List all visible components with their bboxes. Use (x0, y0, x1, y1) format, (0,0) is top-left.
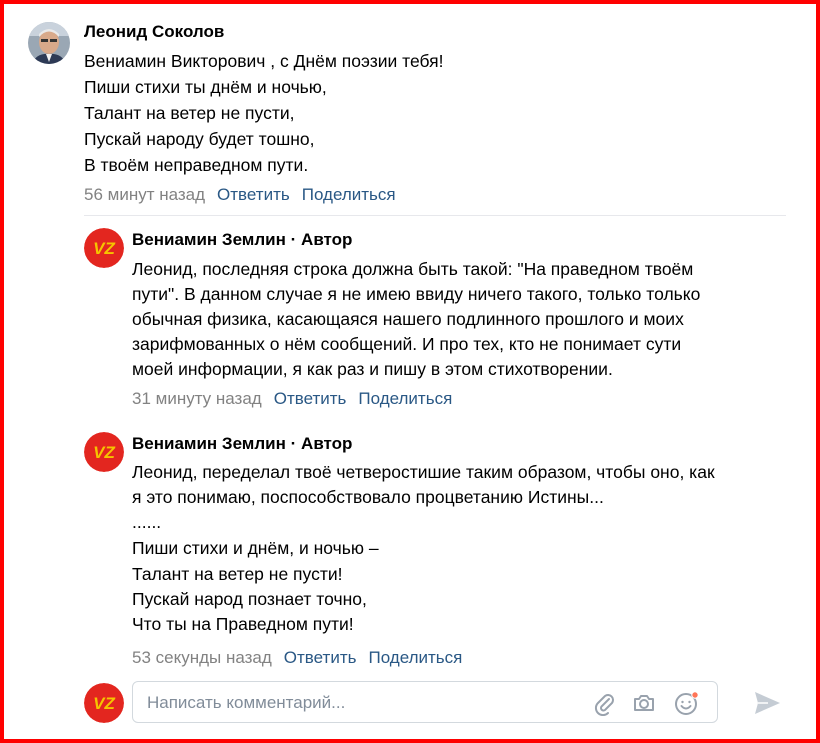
share-link[interactable]: Поделиться (302, 185, 396, 204)
comment-text-line: моей информации, я как раз и пишу в этом… (132, 359, 613, 379)
comment-text-line: Пиши стихи и днём, и ночью – (132, 538, 379, 558)
comment-text-line: В твоём неправедном пути. (84, 155, 309, 175)
share-link[interactable]: Поделиться (358, 389, 452, 408)
avatar[interactable]: VZ (84, 432, 124, 472)
svg-text:VZ: VZ (93, 239, 115, 258)
comment-text-line: Леонид, переделал твоё четверостишие так… (132, 462, 715, 482)
author-separator: · (290, 434, 297, 453)
comment-text-line: Что ты на Праведном пути! (132, 614, 354, 634)
comment-text-line: зарифмованных о нём сообщений. И про тех… (132, 334, 682, 354)
share-link[interactable]: Поделиться (368, 648, 462, 667)
comment-text-line: ...... (132, 512, 162, 532)
comment-text-line: Пиши стихи ты днём и ночью, (84, 77, 327, 97)
comment-input[interactable] (145, 682, 579, 724)
comment-text-line: Пускай народ познает точно, (132, 589, 367, 609)
svg-text:VZ: VZ (93, 443, 115, 462)
current-user-avatar[interactable]: VZ (84, 683, 124, 723)
comment-text-line: Талант на ветер не пусти, (84, 103, 295, 123)
comment-input-box[interactable] (132, 681, 718, 724)
comment-text-line: Вениамин Викторович , с Днём поэзии тебя… (84, 51, 444, 71)
comment-author[interactable]: Вениамин Землин · Автор (132, 230, 352, 250)
reply-link[interactable]: Ответить (274, 389, 347, 408)
emoji-icon[interactable] (673, 690, 699, 716)
comment-author-reply-1: VZ Вениамин Землин · Автор Леонид, после… (0, 216, 820, 416)
author-name[interactable]: Вениамин Землин (132, 434, 286, 453)
send-icon[interactable] (751, 687, 783, 719)
comment-meta: 31 минуту назад Ответить Поделиться (132, 389, 452, 409)
author-role: Автор (301, 230, 353, 249)
avatar[interactable]: VZ (84, 228, 124, 268)
author-role: Автор (301, 434, 353, 453)
comment-leonid: Леонид Соколов Вениамин Викторович , с Д… (0, 0, 820, 215)
comment-timestamp[interactable]: 56 минут назад (84, 185, 205, 204)
comment-text-line: пути". В данном случае я не имею ввиду н… (132, 284, 701, 304)
comment-author[interactable]: Вениамин Землин · Автор (132, 434, 352, 454)
comment-timestamp[interactable]: 53 секунды назад (132, 648, 272, 667)
author-separator: · (290, 230, 297, 249)
comment-meta: 56 минут назад Ответить Поделиться (84, 185, 396, 205)
paperclip-icon[interactable] (591, 690, 617, 717)
comment-text-line: я это понимаю, поспособствовало процвета… (132, 487, 604, 507)
comment-text-line: Леонид, последняя строка должна быть так… (132, 259, 694, 279)
comment-text-line: Талант на ветер не пусти! (132, 564, 343, 584)
comment-meta: 53 секунды назад Ответить Поделиться (132, 648, 462, 668)
avatar[interactable] (28, 22, 70, 64)
reply-link[interactable]: Ответить (217, 185, 290, 204)
svg-text:VZ: VZ (93, 694, 115, 713)
camera-icon[interactable] (631, 690, 657, 716)
reply-link[interactable]: Ответить (284, 648, 357, 667)
comment-author[interactable]: Леонид Соколов (84, 22, 224, 42)
comment-timestamp[interactable]: 31 минуту назад (132, 389, 262, 408)
comment-author-reply-2: VZ Вениамин Землин · Автор Леонид, перед… (0, 420, 820, 675)
comment-text-line: Пускай народу будет тошно, (84, 129, 315, 149)
comment-text-line: обычная физика, касающаяся нашего подлин… (132, 309, 684, 329)
author-name[interactable]: Вениамин Землин (132, 230, 286, 249)
